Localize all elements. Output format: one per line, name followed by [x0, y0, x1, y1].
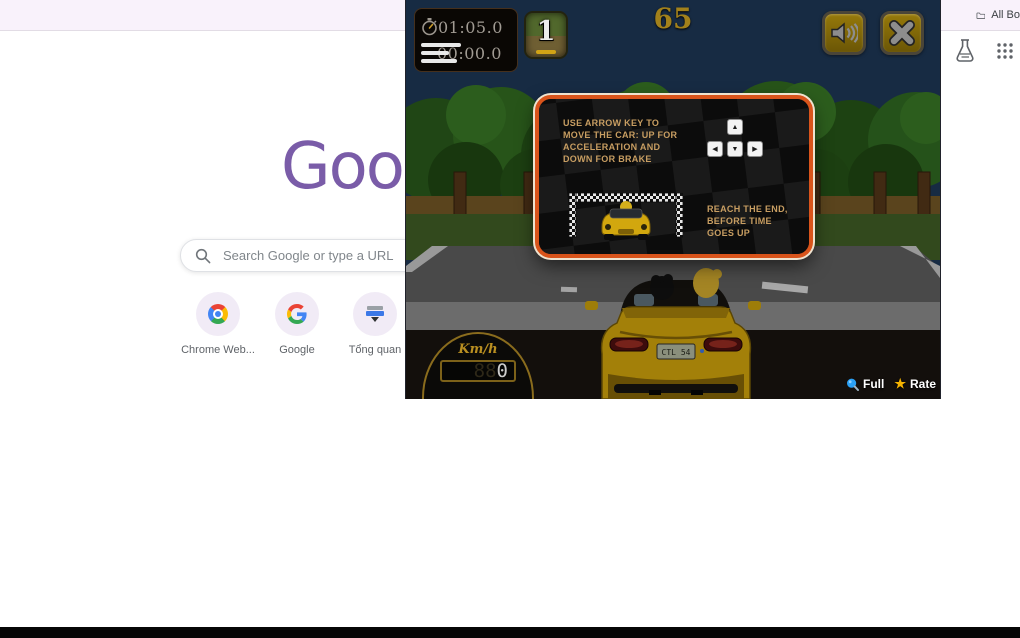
apps-grid-icon: [997, 43, 1013, 59]
labs-button[interactable]: [952, 38, 978, 64]
instructions-panel: USE ARROW KEY TO MOVE THE CAR: UP FOR AC…: [535, 95, 813, 258]
hud-timer: 01:05.0 00:00.0: [414, 8, 518, 72]
shortcut-label: Tổng quan: [348, 344, 402, 356]
game-window: CTL 54 01:05.0 00:00.0 1 65 USE ARROW KE…: [405, 0, 941, 399]
instructions-right-text: REACH THE END, BEFORE TIME GOES UP: [707, 204, 788, 238]
arrow-key-right-icon: ▶: [747, 141, 763, 157]
bookmark-folder-item[interactable]: All Bo: [976, 0, 1020, 30]
speedometer: Km/h 88 0: [422, 332, 534, 399]
shortcut-label: Google: [279, 344, 315, 356]
stopwatch-icon: [422, 18, 437, 36]
speedometer-ghost-digits: 88: [473, 360, 497, 382]
close-button[interactable]: [880, 11, 924, 55]
instructions-left-text: USE ARROW KEY TO MOVE THE CAR: UP FOR AC…: [563, 118, 678, 164]
arrow-key-up-icon: ▲: [727, 119, 743, 135]
fullscreen-button[interactable]: Full: [846, 377, 884, 391]
game-footer: Full ★ Rate: [846, 376, 936, 392]
shortcut-google[interactable]: Google: [257, 292, 337, 356]
google-g-icon: [275, 292, 319, 336]
score-value: 65: [653, 2, 693, 35]
finish-line-graphic: [569, 193, 683, 240]
flask-icon: [956, 39, 974, 62]
star-icon: ★: [894, 376, 906, 391]
sound-button[interactable]: [822, 11, 866, 55]
search-box[interactable]: [180, 239, 442, 272]
time-value: 01:05.0: [438, 17, 503, 37]
speedometer-display: 88 0: [440, 360, 516, 382]
shortcut-label: Chrome Web...: [181, 344, 255, 356]
arrow-key-left-icon: ◀: [707, 141, 723, 157]
apps-menu-button[interactable]: [992, 38, 1018, 64]
arrow-key-down-icon: ▼: [727, 141, 743, 157]
speaker-icon: [831, 22, 858, 44]
folder-icon: [976, 12, 986, 19]
chrome-web-store-icon: [196, 292, 240, 336]
search-icon: [195, 248, 211, 263]
shortcut-tong-quan[interactable]: Tổng quan: [335, 292, 415, 356]
screen-letterbox: [0, 627, 1020, 638]
rate-button[interactable]: ★ Rate: [894, 376, 936, 392]
screen: All Bo Google Search Google or type a UR…: [0, 0, 1020, 638]
gear-indicator: 1: [524, 11, 568, 59]
speedometer-label: Km/h: [458, 342, 498, 357]
fullscreen-label: Full: [863, 377, 885, 391]
flag-stripes-icon: [421, 43, 461, 63]
gear-value: 1: [536, 16, 556, 47]
speedometer-value: 0: [496, 360, 508, 382]
rate-label: Rate: [909, 377, 936, 391]
gear-stick-base: [536, 50, 556, 54]
close-icon: [889, 20, 915, 46]
zoom-icon: [847, 378, 859, 391]
tong-quan-favicon: [353, 292, 397, 336]
shortcut-chrome-web-store[interactable]: Chrome Web...: [178, 292, 258, 356]
arrow-keys-graphic: ▲ ◀ ▼ ▶: [705, 119, 769, 163]
bookmark-label: All Bo: [991, 9, 1020, 21]
